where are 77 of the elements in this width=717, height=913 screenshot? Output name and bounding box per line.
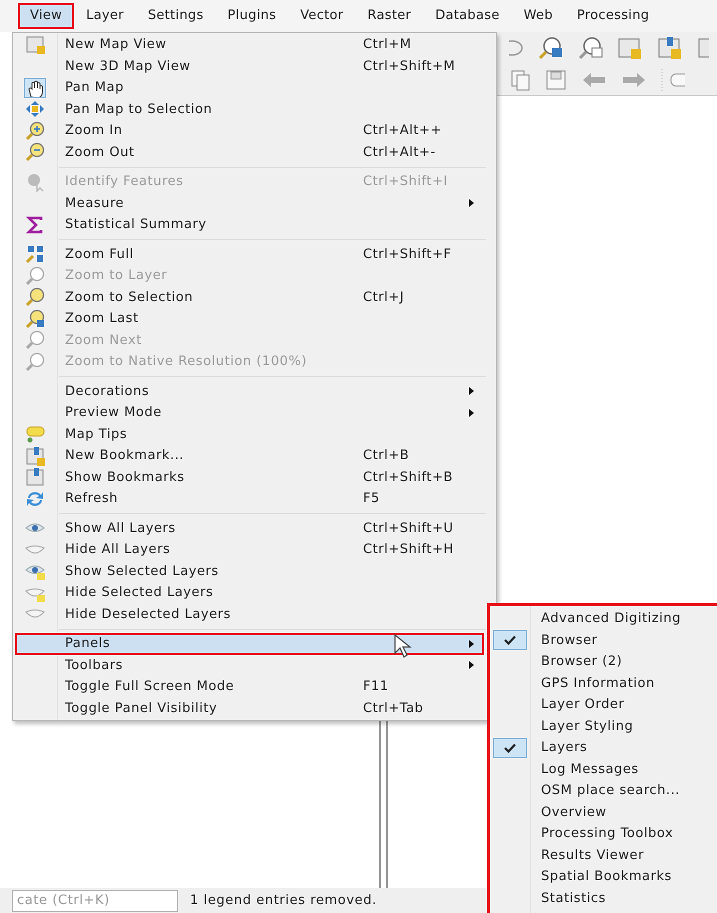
menu-item[interactable]: Panels	[15, 633, 484, 654]
menu-item[interactable]: Toggle Full Screen Mode F11	[13, 676, 484, 698]
menu-item[interactable]: OSM place search...	[490, 780, 717, 802]
menu-bar-item[interactable]: Processing	[564, 3, 662, 29]
menu-item[interactable]: Browser	[490, 630, 717, 651]
menu-item[interactable]: Statistical Summary	[13, 214, 484, 236]
checkbox[interactable]	[493, 738, 527, 758]
menu-item[interactable]: Zoom to Selection Ctrl+J	[13, 286, 484, 308]
zoom-last-icon[interactable]	[537, 36, 563, 60]
keyboard-shortcut: Ctrl+Tab	[363, 700, 424, 718]
menu-item[interactable]: Processing Toolbox	[490, 823, 717, 844]
menu-item[interactable]: GPS Information	[490, 672, 717, 694]
menu-item[interactable]: New Map View Ctrl+M	[13, 34, 484, 56]
checkmark-icon	[504, 742, 516, 753]
menu-item[interactable]: Zoom In Ctrl+Alt++	[13, 120, 484, 142]
window-icon[interactable]	[697, 36, 709, 60]
checkbox[interactable]	[493, 630, 527, 650]
menu-bar-item[interactable]: Database	[423, 3, 512, 29]
keyboard-shortcut: Ctrl+B	[363, 447, 410, 465]
menu-item[interactable]: Results Viewer	[490, 844, 717, 866]
menu-item[interactable]: Spatial Bookmarks	[490, 866, 717, 888]
menu-item[interactable]: Zoom Last	[13, 308, 484, 330]
menu-item[interactable]: Hide All Layers Ctrl+Shift+H	[13, 539, 484, 560]
save-icon[interactable]	[545, 68, 567, 91]
menu-item[interactable]: Layer Order	[490, 694, 717, 716]
checkmark-icon	[504, 635, 516, 646]
menu-item[interactable]: Hide Selected Layers	[13, 582, 484, 604]
menu-bar-item[interactable]: Layer	[74, 3, 136, 29]
keyboard-shortcut: Ctrl+J	[363, 288, 406, 306]
menu-item[interactable]: Toggle Panel Visibility Ctrl+Tab	[13, 698, 484, 719]
menu-item[interactable]: Browser (2)	[490, 651, 717, 672]
menu-item[interactable]: Show Bookmarks Ctrl+Shift+B	[13, 466, 484, 488]
menu-bar-item[interactable]: Web	[512, 3, 565, 29]
keyboard-shortcut: Ctrl+Shift+I	[363, 173, 449, 191]
menu-item[interactable]: New 3D Map View Ctrl+Shift+M	[13, 56, 484, 77]
keyboard-shortcut: Ctrl+M	[363, 36, 413, 54]
menu-bar-item[interactable]: View	[18, 3, 74, 29]
menu-bar-item[interactable]: Raster	[355, 3, 424, 29]
menu-item[interactable]: Statistics	[490, 888, 717, 909]
status-message: 1 legend entries removed.	[190, 892, 377, 910]
menu-item[interactable]: Preview Mode	[13, 402, 484, 424]
keyboard-shortcut: Ctrl+Alt++	[363, 122, 443, 140]
menu-item[interactable]: Layers	[490, 737, 717, 758]
keyboard-shortcut: F11	[363, 678, 390, 696]
keyboard-shortcut: Ctrl+Shift+F	[363, 246, 453, 264]
menu-item[interactable]: Show Selected Layers	[13, 560, 484, 582]
new-map-view-icon[interactable]	[617, 36, 643, 60]
menu-item[interactable]: Map Tips	[13, 424, 484, 445]
copy-icon[interactable]	[509, 68, 531, 91]
keyboard-shortcut: Ctrl+Alt+-	[363, 144, 437, 162]
menu-item[interactable]: Refresh F5	[13, 488, 484, 510]
menu-item[interactable]: Hide Deselected Layers	[13, 604, 484, 625]
keyboard-shortcut: Ctrl+Shift+H	[363, 541, 455, 559]
menu-bar-item[interactable]: Vector	[288, 3, 356, 29]
menu-bar-item[interactable]: Plugins	[216, 3, 288, 29]
menu-bar-item[interactable]: Settings	[136, 3, 216, 29]
menu-item[interactable]: Log Messages	[490, 758, 717, 780]
label-tool-icon[interactable]	[661, 68, 685, 91]
new-bookmark-icon[interactable]	[657, 36, 683, 60]
keyboard-shortcut: F5	[363, 490, 381, 508]
menu-item[interactable]: Overview	[490, 802, 717, 823]
menu-item[interactable]: Pan Map	[13, 77, 484, 98]
menu-item[interactable]: Layer Styling	[490, 716, 717, 737]
menu-item[interactable]: New Bookmark... Ctrl+B	[13, 445, 484, 466]
keyboard-shortcut: Ctrl+Shift+U	[363, 520, 455, 538]
menu-item[interactable]: Measure	[13, 192, 484, 214]
menu-item[interactable]: Pan Map to Selection	[13, 98, 484, 120]
menu-item[interactable]: Show All Layers Ctrl+Shift+U	[13, 518, 484, 539]
keyboard-shortcut: Ctrl+Shift+B	[363, 468, 454, 486]
menu-item[interactable]: Decorations	[13, 380, 484, 402]
keyboard-shortcut: Ctrl+Shift+M	[363, 58, 456, 76]
zoom-next-icon[interactable]	[577, 36, 603, 60]
menu-item[interactable]: Advanced Digitizing	[490, 608, 717, 630]
menu-item[interactable]: Zoom Out Ctrl+Alt+-	[13, 142, 484, 163]
locator-search-field[interactable]: cate (Ctrl+K)	[12, 890, 178, 912]
menu-item[interactable]: Zoom Full Ctrl+Shift+F	[13, 244, 484, 265]
menu-item[interactable]: Toolbars	[13, 654, 484, 676]
